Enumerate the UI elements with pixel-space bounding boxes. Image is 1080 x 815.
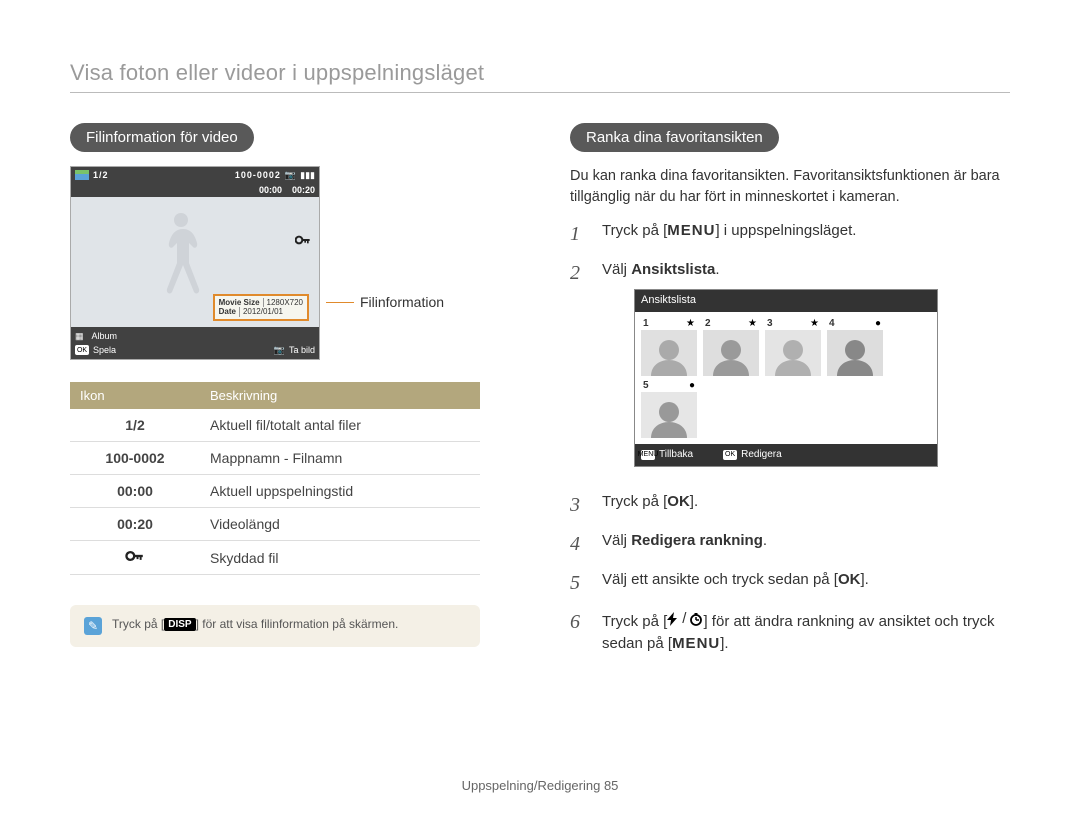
face-list-panel: Ansiktslista 1★ 2★ 3★	[634, 289, 938, 467]
lock-icon	[295, 233, 311, 249]
flash-icon	[667, 612, 679, 626]
face-slot-1: 1★	[641, 320, 697, 376]
disp-badge: DISP	[164, 618, 195, 631]
star-icon: ★	[810, 317, 819, 332]
table-row: 100-0002Mappnamn - Filnamn	[70, 442, 480, 475]
star-icon: ★	[686, 317, 695, 332]
total-time: 00:20	[292, 185, 315, 195]
ok-badge: OK	[75, 345, 89, 355]
intro-paragraph: Du kan ranka dina favoritansikten. Favor…	[570, 166, 1010, 208]
menu-badge: MENU	[672, 635, 720, 652]
capture-icon: 📷	[274, 345, 285, 356]
video-preview-screen: 1/2 100-0002 📷 ▮▮▮ 00:00 00:20	[70, 166, 320, 360]
page-footer: Uppspelning/Redigering 85	[0, 778, 1080, 793]
step-2: Välj Ansiktslista. Ansiktslista 1★ 2★	[570, 259, 1010, 481]
face-slot-2: 2★	[703, 320, 759, 376]
folder-filename-label: 100-0002	[235, 170, 281, 180]
table-head-icon: Ikon	[70, 382, 200, 409]
back-label: Tillbaka	[659, 448, 693, 463]
table-row: Skyddad fil	[70, 541, 480, 575]
ok-badge: OK	[667, 493, 690, 510]
step-5: Välj ett ansikte och tryck sedan på [OK]…	[570, 569, 1010, 598]
file-counter: 1/2	[93, 170, 109, 180]
table-row: 1/2Aktuell fil/totalt antal filer	[70, 409, 480, 442]
file-info-popup: Movie Size1280X720 Date2012/01/01	[213, 294, 309, 321]
battery-icon: ▮▮▮	[300, 170, 315, 181]
callout-fileinfo: Filinformation	[326, 294, 444, 310]
step-4: Välj Redigera rankning.	[570, 530, 1010, 559]
face-slot-4: 4●	[827, 320, 883, 376]
mode-icon: 📷	[285, 170, 296, 181]
step-1: Tryck på [MENU] i uppspelningsläget.	[570, 220, 1010, 249]
menu-badge: MENU	[667, 222, 715, 239]
timer-icon	[689, 612, 703, 626]
album-icon: ▦	[75, 331, 84, 342]
face-slot-3: 3★	[765, 320, 821, 376]
icon-description-table: Ikon Beskrivning 1/2Aktuell fil/totalt a…	[70, 382, 480, 575]
step-3: Tryck på [OK].	[570, 491, 1010, 520]
play-label: Spela	[93, 345, 116, 355]
tip-box: ✎ Tryck på [DISP] för att visa filinform…	[70, 605, 480, 647]
edit-label: Redigera	[741, 448, 782, 463]
section-pill-video-info: Filinformation för video	[70, 123, 254, 152]
face-slot-5: 5●	[641, 382, 697, 438]
section-pill-rank-faces: Ranka dina favoritansikten	[570, 123, 779, 152]
page-title: Visa foton eller videor i uppspelningslä…	[70, 60, 1010, 93]
face-panel-title: Ansiktslista	[635, 290, 937, 312]
thumbnail-icon	[75, 170, 89, 180]
ok-badge-small: OK	[723, 450, 737, 460]
lock-icon-cell	[70, 541, 200, 575]
table-row: 00:20Videolängd	[70, 508, 480, 541]
tip-icon: ✎	[84, 617, 102, 635]
album-label: Album	[92, 331, 118, 341]
step-6: Tryck på [ / ] för att ändra rankning av…	[570, 608, 1010, 654]
flash-timer-icons: /	[667, 608, 703, 630]
elapsed-time: 00:00	[259, 185, 282, 195]
capture-label: Ta bild	[289, 345, 315, 355]
ok-badge: OK	[838, 571, 861, 588]
star-icon: ★	[748, 317, 757, 332]
table-head-desc: Beskrivning	[200, 382, 480, 409]
table-row: 00:00Aktuell uppspelningstid	[70, 475, 480, 508]
menu-badge-small: MENU	[641, 450, 655, 460]
dot-icon: ●	[689, 379, 695, 394]
video-silhouette	[151, 205, 211, 315]
dot-icon: ●	[875, 317, 881, 332]
